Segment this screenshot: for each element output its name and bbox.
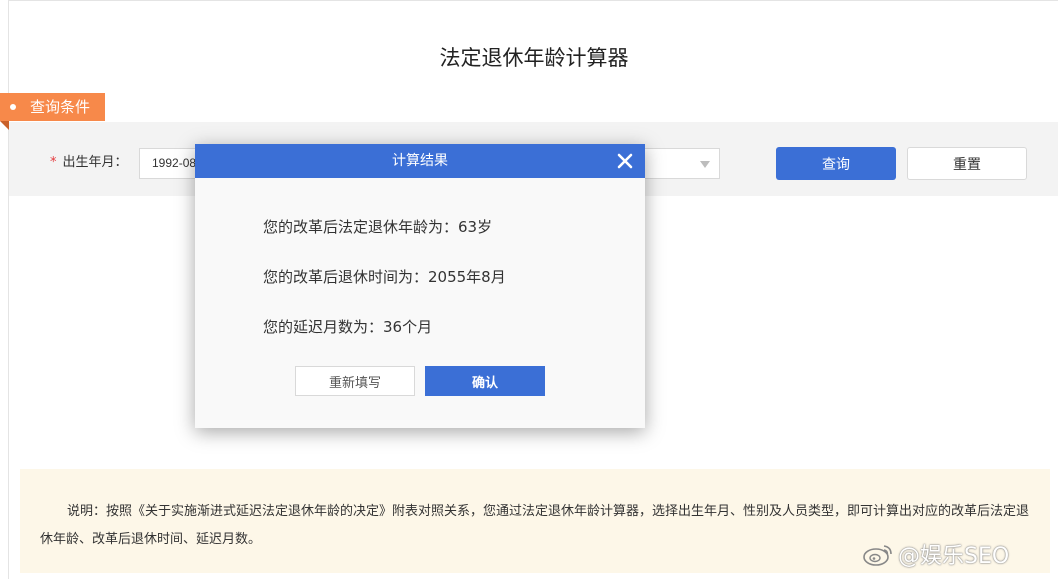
result-dialog: 计算结果 您的改革后法定退休年龄为：63岁 您的改革后退休时间为：2055年8月…: [195, 144, 645, 428]
ribbon-fold: [0, 121, 9, 130]
close-icon[interactable]: [615, 151, 635, 171]
dialog-header: 计算结果: [195, 144, 645, 178]
confirm-button[interactable]: 确认: [425, 366, 545, 396]
section-tag: 查询条件: [0, 93, 105, 130]
required-mark: *: [50, 155, 57, 170]
type-select[interactable]: [640, 148, 720, 179]
page-title: 法定退休年龄计算器: [439, 46, 629, 70]
retire-age-text: 您的改革后法定退休年龄为：63岁: [263, 218, 493, 236]
refill-button[interactable]: 重新填写: [295, 366, 415, 396]
reset-button[interactable]: 重置: [907, 147, 1027, 180]
dialog-title: 计算结果: [392, 153, 448, 169]
chevron-down-icon: [700, 161, 710, 168]
birth-label-text: 出生年月：: [62, 155, 128, 170]
query-button[interactable]: 查询: [776, 147, 896, 180]
section-tag-label: 查询条件: [30, 98, 91, 116]
retire-time-text: 您的改革后退休时间为：2055年8月: [263, 268, 506, 286]
weibo-icon: [863, 545, 892, 566]
watermark-text: @娱乐SEO: [898, 544, 1010, 569]
delay-months-text: 您的延迟月数为：36个月: [263, 318, 433, 336]
dot-icon: [10, 104, 16, 110]
watermark: @娱乐SEO: [862, 538, 1009, 570]
birth-field-label: * 出生年月：: [50, 151, 128, 170]
